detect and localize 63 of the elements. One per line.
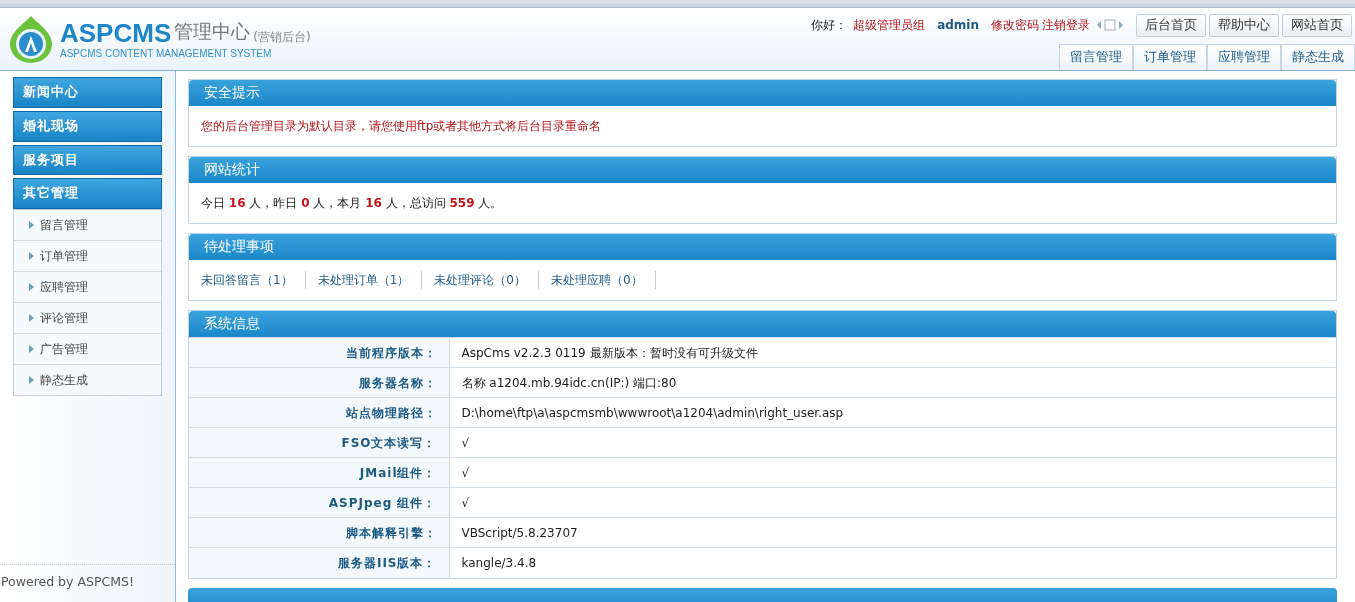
sidebar-item[interactable]: 订单管理 <box>14 241 161 272</box>
sidebar-item[interactable]: 评论管理 <box>14 303 161 334</box>
info-label: ASPJpeg 组件： <box>189 487 449 518</box>
arrow-icon <box>29 376 34 384</box>
nav-tab[interactable]: 订单管理 <box>1133 44 1207 70</box>
info-value: √ <box>449 427 1336 458</box>
logo-title: ASPCMS <box>60 19 172 46</box>
panel-title: 待处理事项 <box>189 234 1336 260</box>
arrow-icon <box>29 345 34 353</box>
username: admin <box>937 17 979 35</box>
info-label: 脚本解释引擎： <box>189 517 449 548</box>
info-label: 当前程序版本： <box>189 337 449 368</box>
warning-text: 您的后台管理目录为默认目录，请您使用ftp或者其他方式将后台目录重命名 <box>201 119 602 133</box>
header-button[interactable]: 后台首页 <box>1136 14 1206 37</box>
role-text: 超级管理员组 <box>853 17 926 35</box>
sidebar-item-label: 广告管理 <box>40 341 88 358</box>
header-link[interactable]: 注销登录 <box>1042 16 1090 35</box>
logo-subtitle: 管理中心 <box>174 19 251 45</box>
sidebar-item[interactable]: 广告管理 <box>14 334 161 365</box>
info-value: D:\home\ftp\a\aspcmsmb\wwwroot\a1204\admin\right_user.asp <box>449 397 1336 428</box>
info-label: 服务器名称： <box>189 367 449 398</box>
info-label: 站点物理路径： <box>189 397 449 428</box>
logo-note: (营销后台) <box>253 28 311 46</box>
nav-tab[interactable]: 应聘管理 <box>1207 44 1281 70</box>
sidebar-item-label: 留言管理 <box>40 217 88 234</box>
sidebar-item-label: 订单管理 <box>40 248 88 265</box>
info-label: 服务器IIS版本： <box>189 547 449 578</box>
info-label: JMail组件： <box>189 457 449 488</box>
info-label: FSO文本读写： <box>189 427 449 458</box>
arrow-icon <box>29 283 34 291</box>
info-value: AspCms v2.2.3 0119 最新版本：暂时没有可升级文件 <box>449 337 1336 368</box>
arrow-icon <box>29 314 34 322</box>
pending-link[interactable]: 未处理应聘（0） <box>550 271 656 289</box>
logo-icon <box>8 14 54 64</box>
header-button[interactable]: 帮助中心 <box>1209 14 1279 37</box>
panel-title: 网站统计 <box>189 157 1336 183</box>
sidebar-item-label: 应聘管理 <box>40 279 88 296</box>
sidebar-item[interactable]: 留言管理 <box>14 210 161 241</box>
stats-text: 今日 16 人，昨日 0 人，本月 16 人，总访问 559 人。 <box>201 196 503 210</box>
nav-tab[interactable]: 静态生成 <box>1281 44 1355 70</box>
panel-title: 系统信息 <box>189 311 1336 337</box>
info-value: 名称 a1204.mb.94idc.cn(IP:) 端口:80 <box>449 367 1336 398</box>
sidebar-item-label: 评论管理 <box>40 310 88 327</box>
pending-link[interactable]: 未回答留言（1） <box>201 271 306 289</box>
nav-tab[interactable]: 留言管理 <box>1059 44 1133 70</box>
pending-link[interactable]: 未处理订单（1） <box>317 271 423 289</box>
info-value: kangle/3.4.8 <box>449 547 1336 578</box>
info-value: √ <box>449 457 1336 488</box>
info-value: √ <box>449 487 1336 518</box>
logo-tagline: ASPCMS CONTENT MANAGEMENT SYSTEM <box>60 46 273 61</box>
powered-by-text: Powered by ASPCMS! <box>0 564 175 602</box>
pending-link[interactable]: 未处理评论（0） <box>434 271 539 289</box>
sidebar-item[interactable]: 静态生成 <box>14 365 161 395</box>
sidebar-item-label: 静态生成 <box>40 372 88 389</box>
header-link[interactable]: 修改密码 <box>991 16 1039 35</box>
scroll-arrows-icon[interactable] <box>1096 19 1124 32</box>
header-button[interactable]: 网站首页 <box>1282 14 1352 37</box>
sidebar-item[interactable]: 应聘管理 <box>14 272 161 303</box>
panel-title: 安全提示 <box>189 80 1336 106</box>
arrow-icon <box>29 221 34 229</box>
info-value: VBScript/5.8.23707 <box>449 517 1336 548</box>
greeting-text: 你好： <box>811 17 848 35</box>
arrow-icon <box>29 252 34 260</box>
